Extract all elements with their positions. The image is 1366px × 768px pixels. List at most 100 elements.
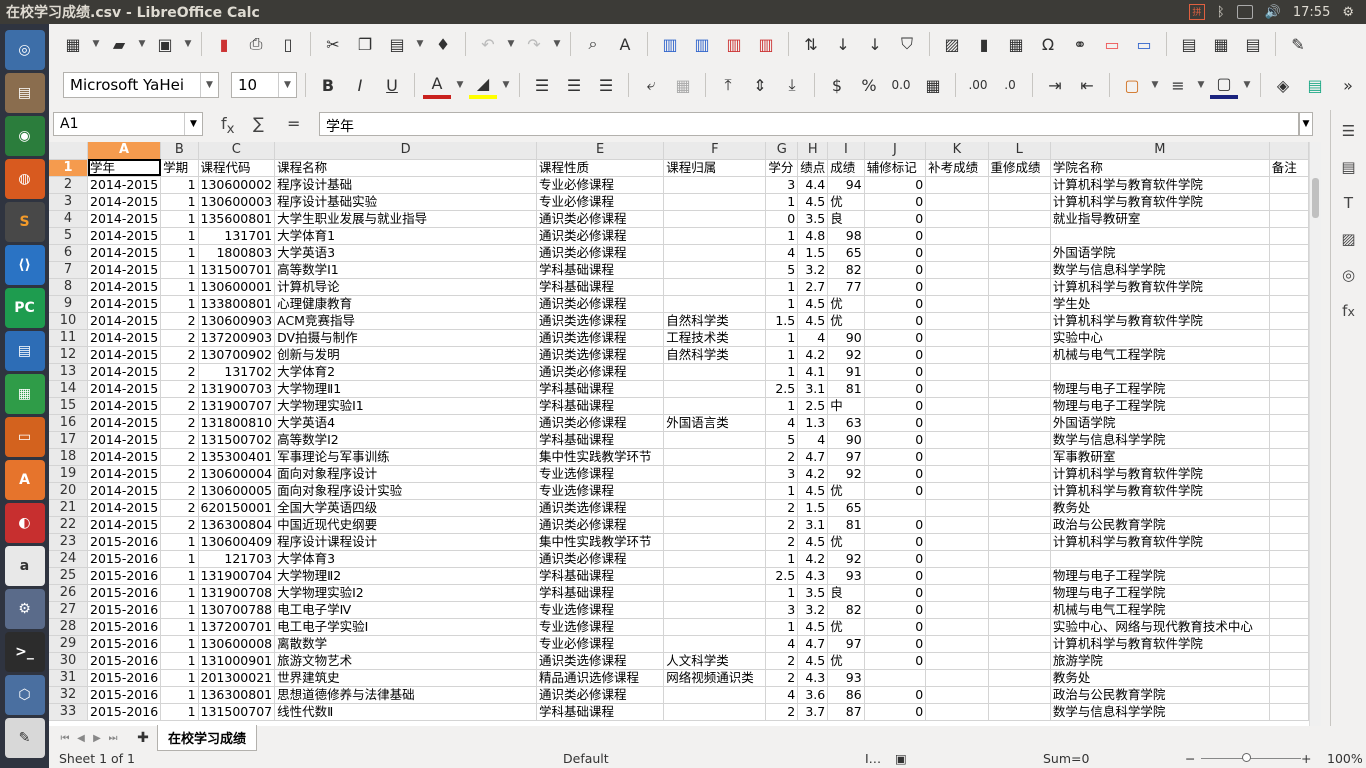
cell[interactable]: 计算机导论: [274, 278, 538, 296]
cell[interactable]: 4.7: [797, 448, 829, 466]
font-name-box[interactable]: Microsoft YaHei ▼: [63, 72, 219, 98]
cell[interactable]: 2: [765, 703, 799, 721]
cell[interactable]: 93: [827, 567, 865, 585]
cell[interactable]: 3: [765, 176, 799, 194]
row-header[interactable]: 12: [49, 346, 89, 364]
cell[interactable]: 136300804: [198, 516, 276, 534]
row-header[interactable]: 25: [49, 567, 89, 585]
cell[interactable]: 优: [827, 533, 865, 551]
cell[interactable]: [925, 193, 989, 211]
number-format-icon[interactable]: 0.0: [887, 71, 915, 99]
cell[interactable]: 中国近现代史纲要: [274, 516, 538, 534]
cell[interactable]: 1: [765, 227, 799, 245]
split-window-icon[interactable]: ▤: [1239, 30, 1267, 58]
cell[interactable]: 通识类选修课程: [536, 312, 665, 330]
cell[interactable]: 1: [160, 295, 199, 313]
cell[interactable]: 计算机科学与教育软件学院: [1050, 312, 1270, 330]
cell[interactable]: [988, 227, 1051, 245]
cell[interactable]: 2014-2015: [87, 363, 162, 381]
chevron-down-icon[interactable]: ▼: [506, 30, 516, 58]
cell[interactable]: 94: [827, 176, 865, 194]
cell[interactable]: 优: [827, 618, 865, 636]
cell[interactable]: 93: [827, 669, 865, 687]
cell[interactable]: [925, 329, 989, 347]
column-header[interactable]: I: [827, 142, 865, 160]
cell[interactable]: 0: [864, 465, 927, 483]
scrollbar-thumb[interactable]: [1312, 178, 1319, 218]
cell[interactable]: 课程代码: [198, 159, 276, 177]
undo-icon[interactable]: ↶: [474, 30, 502, 58]
cell[interactable]: 130600002: [198, 176, 276, 194]
row-header[interactable]: 27: [49, 601, 89, 619]
cell[interactable]: [663, 448, 767, 466]
cell[interactable]: 4: [765, 635, 799, 653]
cell[interactable]: 131900703: [198, 380, 276, 398]
firefox-icon[interactable]: ◍: [4, 159, 45, 199]
chevron-down-icon[interactable]: ▼: [1242, 71, 1252, 99]
cell[interactable]: 130600003: [198, 193, 276, 211]
cell[interactable]: 实验中心、网络与现代教育技术中心: [1050, 618, 1270, 636]
cell[interactable]: 92: [827, 465, 865, 483]
special-character-icon[interactable]: Ω: [1034, 30, 1062, 58]
save-icon[interactable]: ▣: [151, 30, 179, 58]
cell[interactable]: 计算机科学与教育软件学院: [1050, 176, 1270, 194]
cell[interactable]: 1: [765, 278, 799, 296]
print-preview-icon[interactable]: ▯: [274, 30, 302, 58]
cell[interactable]: 通识类选修课程: [536, 652, 665, 670]
row-header[interactable]: 21: [49, 499, 89, 517]
cell[interactable]: 2015-2016: [87, 601, 162, 619]
cell[interactable]: 机械与电气工程学院: [1050, 601, 1270, 619]
chevron-down-icon[interactable]: ▼: [183, 30, 193, 58]
cell[interactable]: 1: [160, 550, 199, 568]
cell[interactable]: 90: [827, 329, 865, 347]
cell[interactable]: 3.5: [797, 584, 829, 602]
cell[interactable]: 电工电子学实验Ⅰ: [274, 618, 538, 636]
cell[interactable]: 学科基础课程: [536, 278, 665, 296]
column-header[interactable]: M: [1050, 142, 1270, 160]
cell[interactable]: 130600001: [198, 278, 276, 296]
cell[interactable]: 0: [864, 346, 927, 364]
cell[interactable]: [988, 397, 1051, 415]
cell[interactable]: [663, 244, 767, 262]
cell[interactable]: 大学体育1: [274, 227, 538, 245]
cell[interactable]: [925, 635, 989, 653]
cell[interactable]: 2014-2015: [87, 516, 162, 534]
cell[interactable]: 2015-2016: [87, 703, 162, 721]
cell[interactable]: [925, 227, 989, 245]
cell[interactable]: 2014-2015: [87, 431, 162, 449]
cell[interactable]: 1: [765, 550, 799, 568]
cell[interactable]: 外国语言类: [663, 414, 767, 432]
cell[interactable]: 81: [827, 380, 865, 398]
cell[interactable]: 4.2: [797, 346, 829, 364]
cell[interactable]: [1269, 601, 1309, 619]
percent-icon[interactable]: %: [855, 71, 883, 99]
row-header[interactable]: 16: [49, 414, 89, 432]
cell[interactable]: 65: [827, 499, 865, 517]
cell[interactable]: 130600409: [198, 533, 276, 551]
open-folder-icon[interactable]: ▰: [105, 30, 133, 58]
new-spreadsheet-icon[interactable]: ▦: [59, 30, 87, 58]
row-header[interactable]: 8: [49, 278, 89, 296]
cell[interactable]: [925, 346, 989, 364]
amazon-icon[interactable]: a: [4, 546, 45, 586]
settings-icon[interactable]: ⚙: [4, 589, 45, 629]
row-header[interactable]: 20: [49, 482, 89, 500]
cell[interactable]: 程序设计基础实验: [274, 193, 538, 211]
comment-icon[interactable]: ▭: [1098, 30, 1126, 58]
column-icon[interactable]: ▥: [688, 30, 716, 58]
font-size-box[interactable]: 10 ▼: [231, 72, 297, 98]
cell[interactable]: 3.1: [797, 380, 829, 398]
cell[interactable]: 1: [160, 227, 199, 245]
chevron-down-icon[interactable]: ▼: [501, 71, 511, 99]
row-header[interactable]: 9: [49, 295, 89, 313]
cell[interactable]: [663, 380, 767, 398]
cell[interactable]: 1: [160, 601, 199, 619]
formula-icon[interactable]: =: [287, 114, 300, 133]
header-footer-icon[interactable]: ▭: [1130, 30, 1158, 58]
cell[interactable]: [988, 686, 1051, 704]
cell[interactable]: 心理健康教育: [274, 295, 538, 313]
cell[interactable]: 2015-2016: [87, 635, 162, 653]
cell[interactable]: 0: [864, 635, 927, 653]
cell[interactable]: 1: [160, 244, 199, 262]
cell[interactable]: 2014-2015: [87, 465, 162, 483]
